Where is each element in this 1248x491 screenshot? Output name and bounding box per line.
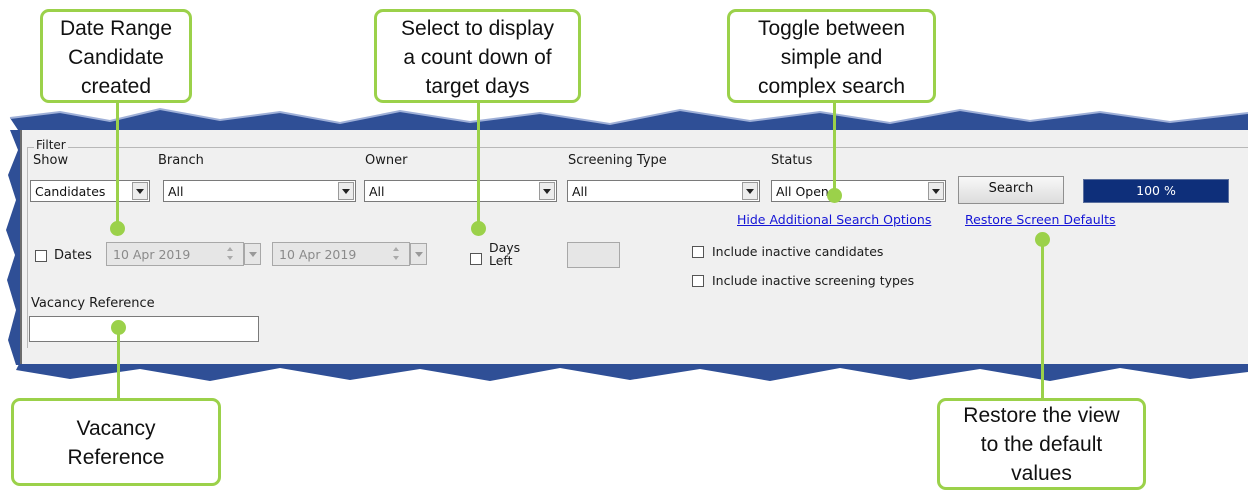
callout-restore-defaults: Restore the view to the default values [937, 398, 1146, 490]
callout-toggle-line2: simple and [780, 46, 883, 69]
callout-marker [471, 221, 486, 236]
filter-group-label: Filter [34, 138, 68, 152]
callout-days-left-line3: target days [425, 75, 530, 98]
branch-select[interactable]: All [163, 180, 356, 202]
callout-days-left: Select to display a count down of target… [374, 9, 581, 103]
include-inactive-screening-types-label: Include inactive screening types [712, 273, 915, 288]
callout-marker [110, 221, 125, 236]
dates-checkbox[interactable] [35, 250, 47, 262]
status-select-value: All Open [776, 184, 829, 199]
callout-connector [116, 101, 119, 228]
screening-type-select-value: All [572, 184, 588, 199]
screening-type-label: Screening Type [568, 153, 667, 168]
show-label: Show [33, 153, 69, 168]
callout-days-left-line2: a count down of [403, 46, 552, 69]
callout-toggle-line3: complex search [757, 75, 906, 98]
callout-date-range: Date Range Candidate created [40, 9, 192, 103]
days-left-input[interactable] [567, 242, 620, 268]
days-left-label-line2: Left [489, 253, 513, 268]
date-from-value: 10 Apr 2019 [113, 247, 191, 262]
days-left-checkbox[interactable] [470, 253, 482, 265]
date-spinner-icon[interactable] [225, 245, 235, 263]
callout-connector [477, 101, 480, 228]
callout-date-range-line2: Candidate [68, 46, 164, 69]
show-select-value: Candidates [35, 184, 106, 199]
callout-date-range-line3: created [80, 75, 152, 98]
date-from-picker[interactable]: 10 Apr 2019 [106, 242, 244, 266]
vacancy-reference-label: Vacancy Reference [31, 296, 155, 311]
status-label: Status [771, 153, 813, 168]
callout-connector [1041, 240, 1044, 402]
owner-select[interactable]: All [364, 180, 557, 202]
owner-label: Owner [365, 153, 408, 168]
calendar-dropdown-icon[interactable] [244, 243, 261, 265]
callout-vacancy-reference: Vacancy Reference [11, 398, 221, 486]
callout-restore-line3: values [1011, 462, 1072, 485]
chevron-down-icon[interactable] [928, 182, 944, 200]
include-inactive-screening-types-checkbox[interactable] [692, 275, 704, 287]
callout-toggle-search: Toggle between simple and complex search [727, 9, 936, 103]
date-to-picker[interactable]: 10 Apr 2019 [272, 242, 410, 266]
date-to-value: 10 Apr 2019 [279, 247, 357, 262]
callout-marker [1035, 232, 1050, 247]
callout-date-range-line1: Date Range [59, 17, 173, 40]
chevron-down-icon[interactable] [539, 182, 555, 200]
chevron-down-icon[interactable] [338, 182, 354, 200]
callout-days-left-line1: Select to display [401, 17, 554, 40]
include-inactive-candidates-checkbox[interactable] [692, 246, 704, 258]
vacancy-reference-input[interactable] [29, 316, 259, 342]
callout-connector [833, 101, 836, 196]
callout-vacancy-line1: Vacancy [76, 417, 156, 440]
callout-restore-line1: Restore the view [963, 404, 1120, 427]
branch-select-value: All [168, 184, 184, 199]
progress-text: 100 % [1136, 183, 1176, 198]
date-spinner-icon[interactable] [391, 245, 401, 263]
callout-marker [111, 320, 126, 335]
owner-select-value: All [369, 184, 385, 199]
callout-restore-line2: to the default [980, 433, 1103, 456]
branch-label: Branch [158, 153, 204, 168]
callout-toggle-line1: Toggle between [757, 17, 906, 40]
chevron-down-icon[interactable] [742, 182, 758, 200]
screening-type-select[interactable]: All [567, 180, 760, 202]
days-left-label: Days Left [489, 241, 520, 267]
hide-additional-search-options-link[interactable]: Hide Additional Search Options [737, 212, 931, 227]
calendar-dropdown-icon[interactable] [410, 243, 427, 265]
search-button[interactable]: Search [958, 176, 1064, 204]
restore-screen-defaults-link[interactable]: Restore Screen Defaults [965, 212, 1116, 227]
status-select[interactable]: All Open [771, 180, 946, 202]
dates-label: Dates [54, 248, 92, 263]
include-inactive-candidates-label: Include inactive candidates [712, 244, 884, 259]
progress-bar: 100 % [1083, 179, 1229, 203]
show-select[interactable]: Candidates [30, 180, 150, 202]
callout-connector [117, 328, 120, 402]
callout-vacancy-line2: Reference [67, 446, 165, 469]
callout-marker [827, 188, 842, 203]
chevron-down-icon[interactable] [132, 182, 148, 200]
